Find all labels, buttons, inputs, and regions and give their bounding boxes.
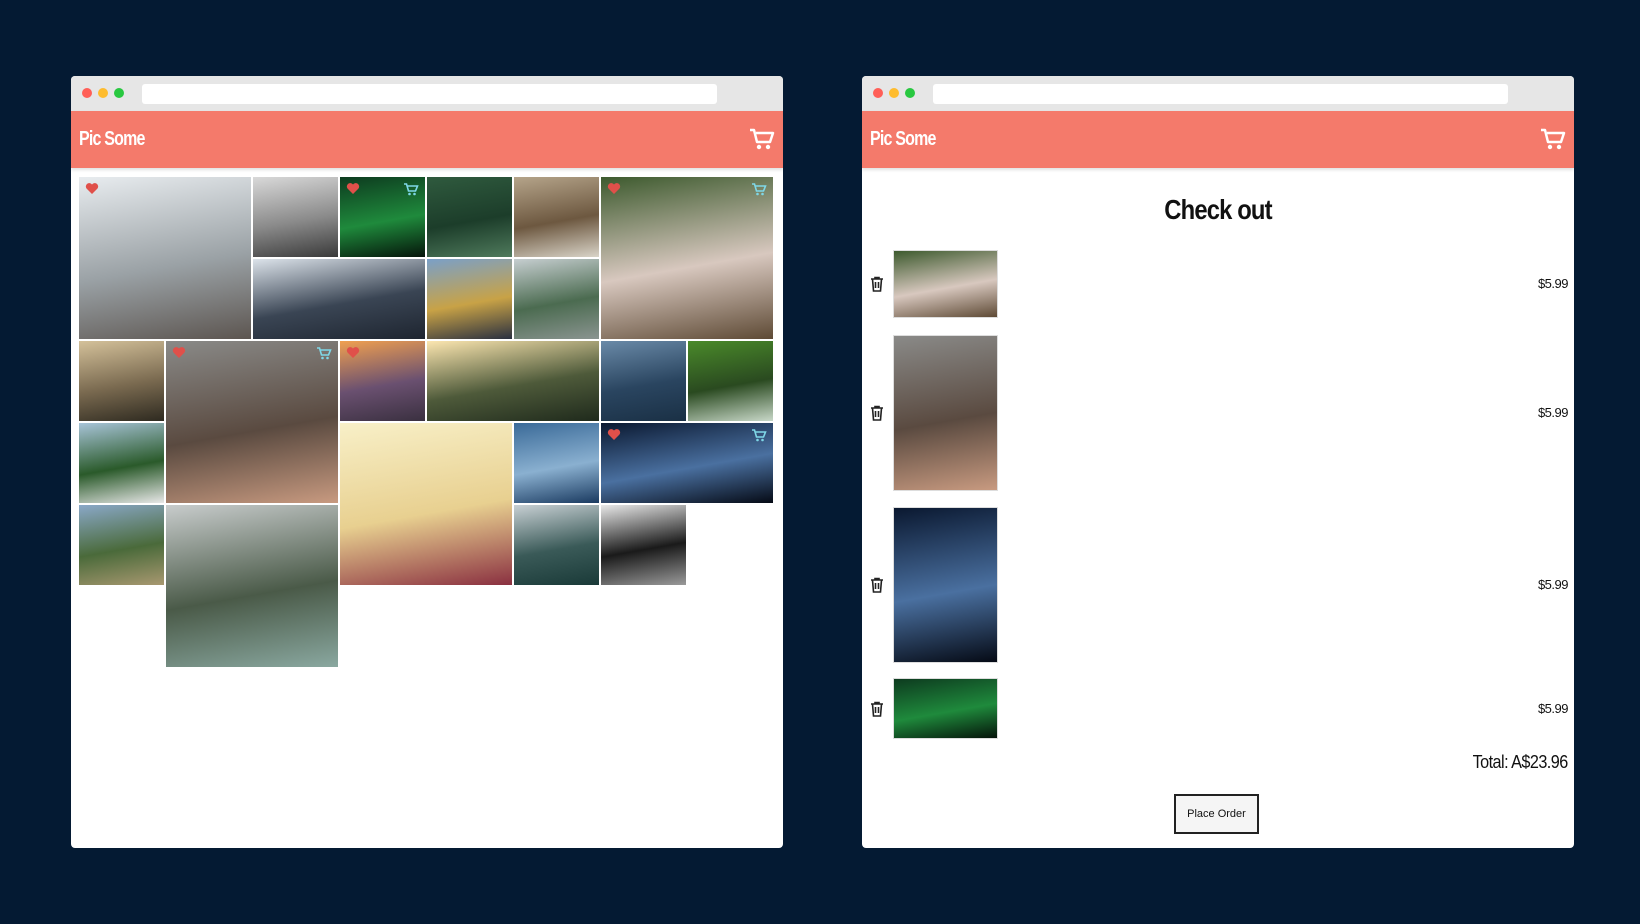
maximize-dot[interactable] [114,88,124,98]
photo-fog-forest[interactable] [253,177,338,257]
minimize-dot[interactable] [98,88,108,98]
photo-castle[interactable] [79,423,164,503]
cart-icon[interactable] [1540,127,1566,151]
cart-item: $5.99 [862,335,1574,491]
trash-icon[interactable] [870,405,884,421]
maximize-dot[interactable] [905,88,915,98]
heart-icon[interactable] [346,182,360,195]
app-header: Pic Some [862,111,1574,168]
photo-river-mist[interactable] [166,505,338,667]
photo-sea-stack[interactable] [601,505,686,585]
cart-item-thumbnail [893,335,998,491]
photo-mountain-sun[interactable] [427,341,599,421]
cart-icon[interactable] [316,346,332,360]
order-total: Total: A$23.96 [1472,752,1569,772]
close-dot[interactable] [873,88,883,98]
photo-woman[interactable] [166,341,338,503]
photo-dreamcatcher[interactable] [340,423,512,585]
page-title: Check out [1164,194,1272,225]
photo-dead-trees[interactable] [79,341,164,421]
browser-window-gallery: Pic Some [71,76,783,848]
heart-icon[interactable] [607,182,621,195]
browser-chrome [862,76,1574,111]
cart-icon[interactable] [749,127,775,151]
browser-chrome [71,76,783,111]
cart-item: $5.99 [862,507,1574,663]
address-bar[interactable] [933,84,1508,104]
place-order-button[interactable]: Place Order [1174,794,1259,834]
photo-waterfall[interactable] [688,341,773,421]
photo-tracks-sunset[interactable] [340,341,425,421]
heart-icon[interactable] [346,346,360,359]
heart-icon[interactable] [607,428,621,441]
photo-aurora[interactable] [340,177,425,257]
cart-item-thumbnail [893,507,998,663]
minimize-dot[interactable] [889,88,899,98]
trash-icon[interactable] [870,701,884,717]
logo[interactable]: Pic Some [79,128,145,151]
cart-icon[interactable] [751,182,767,196]
address-bar[interactable] [142,84,717,104]
photo-city-park[interactable] [514,259,599,339]
photo-mist-mountain[interactable] [514,505,599,585]
photo-pines[interactable] [427,177,512,257]
photo-field-feet[interactable] [427,259,512,339]
cart-item-thumbnail [893,250,998,318]
heart-icon[interactable] [85,182,99,195]
cart-item: $5.99 [862,678,1574,739]
trash-icon[interactable] [870,577,884,593]
cart-item: $5.99 [862,250,1574,318]
cart-icon[interactable] [751,428,767,442]
cart-icon[interactable] [403,182,419,196]
cart-item-price: $5.99 [1537,700,1569,716]
app-header: Pic Some [71,111,783,168]
photo-skyscraper[interactable] [253,259,425,339]
trash-icon[interactable] [870,276,884,292]
cart-item-thumbnail [893,678,998,739]
cart-item-price: $5.99 [1537,276,1569,291]
heart-icon[interactable] [172,346,186,359]
logo[interactable]: Pic Some [870,128,936,151]
close-dot[interactable] [82,88,92,98]
photo-wave[interactable] [514,423,599,503]
photo-pug[interactable] [601,177,773,339]
photo-sea[interactable] [601,341,686,421]
photo-bear[interactable] [79,177,251,339]
browser-window-checkout: Pic Some Check out $5.99 $5.99 $5.99 $5.99 … [862,76,1574,848]
photo-star-trails[interactable] [601,423,773,503]
photo-yosemite[interactable] [79,505,164,585]
cart-item-price: $5.99 [1537,405,1569,420]
cart-item-price: $5.99 [1537,577,1569,592]
photo-eagle[interactable] [514,177,599,257]
